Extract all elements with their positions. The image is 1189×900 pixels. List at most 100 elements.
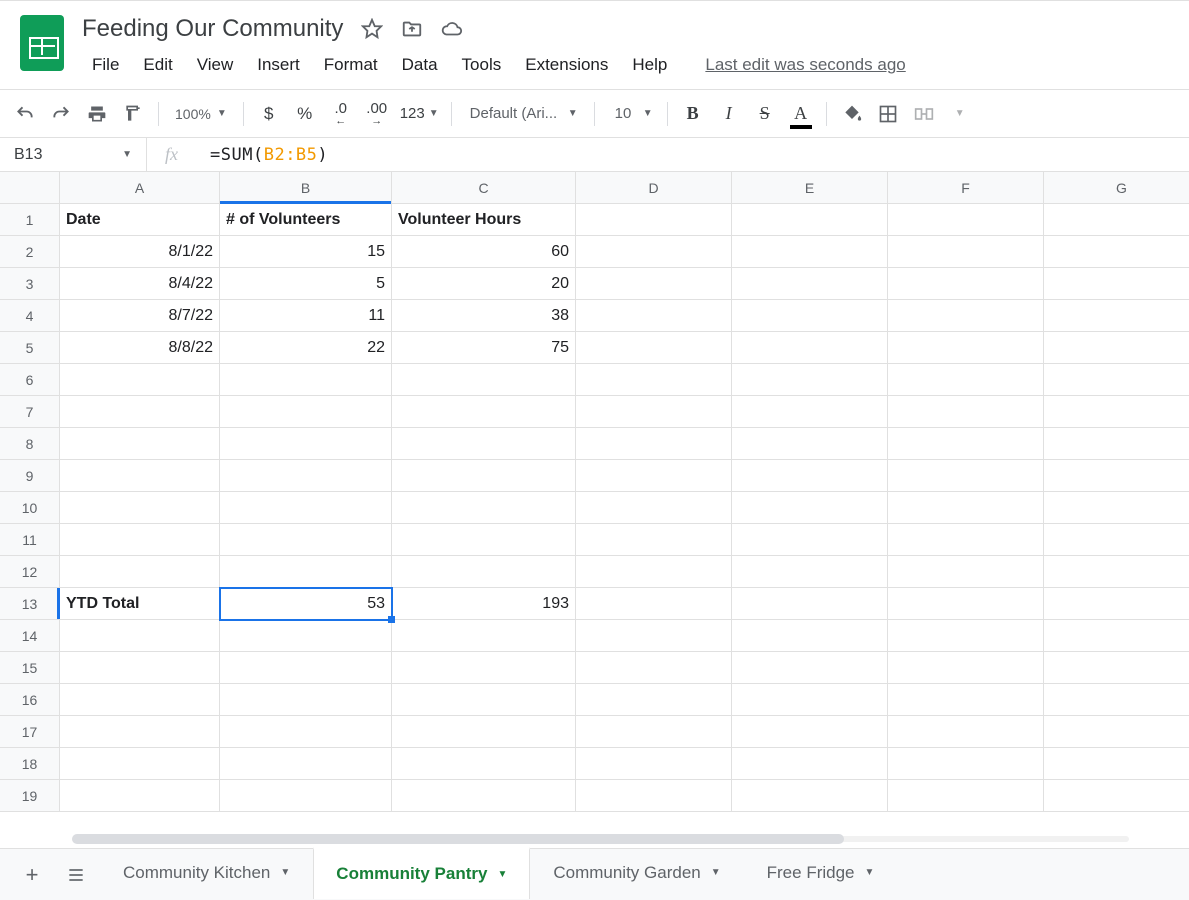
cell-F16[interactable] [888, 684, 1044, 716]
cell-D2[interactable] [576, 236, 732, 268]
row-header-7[interactable]: 7 [0, 396, 60, 428]
cell-C12[interactable] [392, 556, 576, 588]
cell-F12[interactable] [888, 556, 1044, 588]
cell-D11[interactable] [576, 524, 732, 556]
cell-E5[interactable] [732, 332, 888, 364]
row-header-6[interactable]: 6 [0, 364, 60, 396]
font-family-dropdown[interactable]: Default (Ari...▼ [460, 100, 586, 128]
cell-E9[interactable] [732, 460, 888, 492]
cell-E3[interactable] [732, 268, 888, 300]
cell-E16[interactable] [732, 684, 888, 716]
cell-G17[interactable] [1044, 716, 1189, 748]
cell-A11[interactable] [60, 524, 220, 556]
cell-E19[interactable] [732, 780, 888, 812]
cell-G12[interactable] [1044, 556, 1189, 588]
cell-D7[interactable] [576, 396, 732, 428]
cell-F2[interactable] [888, 236, 1044, 268]
cell-G3[interactable] [1044, 268, 1189, 300]
cell-C5[interactable]: 75 [392, 332, 576, 364]
col-header-B[interactable]: B [220, 172, 392, 204]
cell-A5[interactable]: 8/8/22 [60, 332, 220, 364]
cell-C19[interactable] [392, 780, 576, 812]
cell-A3[interactable]: 8/4/22 [60, 268, 220, 300]
cell-B18[interactable] [220, 748, 392, 780]
undo-button[interactable] [8, 98, 42, 130]
cell-A15[interactable] [60, 652, 220, 684]
fill-color-button[interactable] [835, 98, 869, 130]
merge-cells-button[interactable] [907, 98, 941, 130]
cell-F5[interactable] [888, 332, 1044, 364]
format-percent-button[interactable]: % [288, 98, 322, 130]
menu-format[interactable]: Format [314, 49, 388, 81]
cell-A17[interactable] [60, 716, 220, 748]
cell-D9[interactable] [576, 460, 732, 492]
horizontal-scrollbar[interactable] [72, 834, 844, 844]
cell-C16[interactable] [392, 684, 576, 716]
cell-E2[interactable] [732, 236, 888, 268]
cell-G11[interactable] [1044, 524, 1189, 556]
sheet-tab-community-kitchen[interactable]: Community Kitchen▼ [100, 851, 313, 895]
cell-B16[interactable] [220, 684, 392, 716]
cell-D18[interactable] [576, 748, 732, 780]
cell-A4[interactable]: 8/7/22 [60, 300, 220, 332]
cell-F15[interactable] [888, 652, 1044, 684]
menu-insert[interactable]: Insert [247, 49, 310, 81]
cell-G2[interactable] [1044, 236, 1189, 268]
cell-G1[interactable] [1044, 204, 1189, 236]
more-toolbar-button[interactable]: ▼ [943, 98, 977, 130]
row-header-15[interactable]: 15 [0, 652, 60, 684]
doc-title[interactable]: Feeding Our Community [82, 15, 343, 43]
cell-G14[interactable] [1044, 620, 1189, 652]
col-header-C[interactable]: C [392, 172, 576, 204]
cell-F3[interactable] [888, 268, 1044, 300]
cell-F13[interactable] [888, 588, 1044, 620]
cell-D10[interactable] [576, 492, 732, 524]
menu-tools[interactable]: Tools [452, 49, 512, 81]
row-header-17[interactable]: 17 [0, 716, 60, 748]
cell-G9[interactable] [1044, 460, 1189, 492]
cell-A8[interactable] [60, 428, 220, 460]
cell-E10[interactable] [732, 492, 888, 524]
sheets-logo[interactable] [16, 17, 68, 69]
cell-A10[interactable] [60, 492, 220, 524]
cell-G10[interactable] [1044, 492, 1189, 524]
cell-C11[interactable] [392, 524, 576, 556]
cell-E13[interactable] [732, 588, 888, 620]
cell-B9[interactable] [220, 460, 392, 492]
cloud-status-icon[interactable] [441, 18, 463, 40]
format-currency-button[interactable]: $ [252, 98, 286, 130]
cell-C14[interactable] [392, 620, 576, 652]
cell-D15[interactable] [576, 652, 732, 684]
row-header-8[interactable]: 8 [0, 428, 60, 460]
print-button[interactable] [80, 98, 114, 130]
cell-E7[interactable] [732, 396, 888, 428]
bold-button[interactable]: B [676, 98, 710, 130]
cell-A13[interactable]: YTD Total [60, 588, 220, 620]
cell-A18[interactable] [60, 748, 220, 780]
cell-C2[interactable]: 60 [392, 236, 576, 268]
cell-E17[interactable] [732, 716, 888, 748]
cell-D5[interactable] [576, 332, 732, 364]
decrease-decimal-button[interactable]: .0← [324, 98, 358, 130]
cell-A1[interactable]: Date [60, 204, 220, 236]
cell-D17[interactable] [576, 716, 732, 748]
cell-G6[interactable] [1044, 364, 1189, 396]
menu-view[interactable]: View [187, 49, 244, 81]
col-header-F[interactable]: F [888, 172, 1044, 204]
cell-B6[interactable] [220, 364, 392, 396]
row-header-2[interactable]: 2 [0, 236, 60, 268]
row-header-14[interactable]: 14 [0, 620, 60, 652]
cell-A9[interactable] [60, 460, 220, 492]
col-header-D[interactable]: D [576, 172, 732, 204]
cell-C9[interactable] [392, 460, 576, 492]
last-edit-link[interactable]: Last edit was seconds ago [695, 49, 915, 81]
cell-B13[interactable]: 53 [220, 588, 392, 620]
cell-C4[interactable]: 38 [392, 300, 576, 332]
text-color-button[interactable]: A [784, 98, 818, 130]
cell-B4[interactable]: 11 [220, 300, 392, 332]
increase-decimal-button[interactable]: .00→ [360, 98, 394, 130]
cell-E6[interactable] [732, 364, 888, 396]
cell-B10[interactable] [220, 492, 392, 524]
cell-D19[interactable] [576, 780, 732, 812]
cell-B19[interactable] [220, 780, 392, 812]
